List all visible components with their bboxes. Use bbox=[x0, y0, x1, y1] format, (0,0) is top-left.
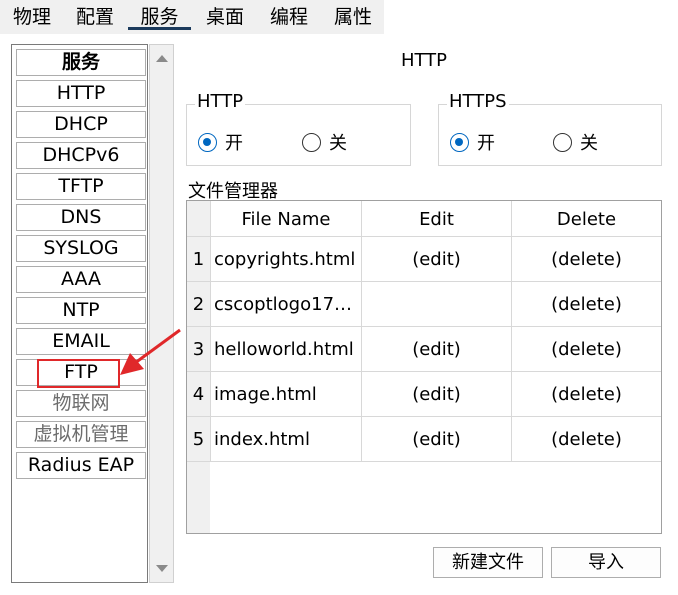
delete-link[interactable]: (delete) bbox=[512, 339, 661, 360]
scroll-down-icon[interactable] bbox=[156, 565, 168, 572]
tab-bar: 物理 配置 服务 桌面 编程 属性 bbox=[0, 0, 678, 34]
service-item-http[interactable]: HTTP bbox=[16, 80, 146, 107]
http-on-radio[interactable]: 开 bbox=[198, 129, 243, 155]
service-item-ntp[interactable]: NTP bbox=[16, 297, 146, 324]
column-header-edit: Edit bbox=[419, 209, 454, 230]
file-name-cell: helloworld.html bbox=[214, 339, 354, 360]
service-item-syslog[interactable]: SYSLOG bbox=[16, 235, 146, 262]
file-name-cell: index.html bbox=[214, 429, 310, 450]
https-group: HTTPS 开 关 bbox=[438, 91, 662, 166]
radio-unselected-icon bbox=[553, 132, 572, 152]
file-name-cell: image.html bbox=[214, 384, 317, 405]
row-number: 4 bbox=[192, 384, 205, 405]
service-item-dhcp[interactable]: DHCP bbox=[16, 111, 146, 138]
service-item-radius-eap[interactable]: Radius EAP bbox=[16, 452, 146, 479]
service-item-dhcpv6[interactable]: DHCPv6 bbox=[16, 142, 146, 169]
new-file-button[interactable]: 新建文件 bbox=[433, 547, 543, 578]
https-on-label: 开 bbox=[477, 133, 495, 154]
tab-desktop[interactable]: 桌面 bbox=[204, 4, 246, 30]
scroll-up-icon[interactable] bbox=[156, 55, 168, 62]
tab-services[interactable]: 服务 bbox=[128, 4, 191, 30]
ftp-highlight-box bbox=[37, 359, 120, 388]
http-on-label: 开 bbox=[225, 133, 243, 154]
http-group-label: HTTP bbox=[195, 91, 246, 113]
edit-link[interactable]: (edit) bbox=[362, 249, 511, 270]
edit-link[interactable]: (edit) bbox=[362, 339, 511, 360]
row-number: 5 bbox=[192, 429, 205, 450]
http-off-radio[interactable]: 关 bbox=[302, 129, 347, 155]
service-list-scrollbar[interactable] bbox=[149, 44, 174, 583]
delete-link[interactable]: (delete) bbox=[512, 294, 661, 315]
column-header-file-name: File Name bbox=[241, 209, 331, 230]
delete-link[interactable]: (delete) bbox=[512, 429, 661, 450]
http-off-label: 关 bbox=[329, 133, 347, 154]
tab-physical[interactable]: 物理 bbox=[11, 4, 53, 30]
file-name-cell: copyrights.html bbox=[214, 249, 356, 270]
radio-unselected-icon bbox=[302, 132, 321, 152]
https-on-radio[interactable]: 开 bbox=[450, 129, 495, 155]
service-list: 服务 HTTP DHCP DHCPv6 TFTP DNS SYSLOG AAA … bbox=[11, 44, 148, 583]
edit-link[interactable]: (edit) bbox=[362, 384, 511, 405]
import-button[interactable]: 导入 bbox=[551, 547, 661, 578]
service-item-aaa[interactable]: AAA bbox=[16, 266, 146, 293]
red-arrow-icon bbox=[120, 328, 181, 375]
column-header-delete: Delete bbox=[556, 209, 617, 230]
row-number: 3 bbox=[192, 339, 205, 360]
row-number: 2 bbox=[192, 294, 205, 315]
service-item-dns[interactable]: DNS bbox=[16, 204, 146, 231]
https-off-label: 关 bbox=[580, 133, 598, 154]
https-off-radio[interactable]: 关 bbox=[553, 129, 598, 155]
service-item-iot[interactable]: 物联网 bbox=[16, 390, 146, 417]
http-group: HTTP 开 关 bbox=[186, 91, 411, 166]
tab-config[interactable]: 配置 bbox=[74, 4, 116, 30]
delete-link[interactable]: (delete) bbox=[512, 384, 661, 405]
row-number: 1 bbox=[192, 249, 205, 270]
radio-selected-icon bbox=[450, 132, 469, 152]
file-name-cell: cscoptlogo17… bbox=[214, 294, 353, 315]
edit-link[interactable]: (edit) bbox=[362, 429, 511, 450]
service-list-header: 服务 bbox=[16, 49, 146, 76]
service-item-tftp[interactable]: TFTP bbox=[16, 173, 146, 200]
tab-programming[interactable]: 编程 bbox=[268, 4, 310, 30]
service-item-vm-management[interactable]: 虚拟机管理 bbox=[16, 421, 146, 448]
page-title: HTTP bbox=[400, 50, 448, 71]
file-table: File Name Edit Delete 1 copyrights.html … bbox=[186, 200, 662, 534]
radio-selected-icon bbox=[198, 132, 217, 152]
delete-link[interactable]: (delete) bbox=[512, 249, 661, 270]
https-group-label: HTTPS bbox=[447, 91, 509, 113]
tab-attributes[interactable]: 属性 bbox=[332, 4, 374, 30]
